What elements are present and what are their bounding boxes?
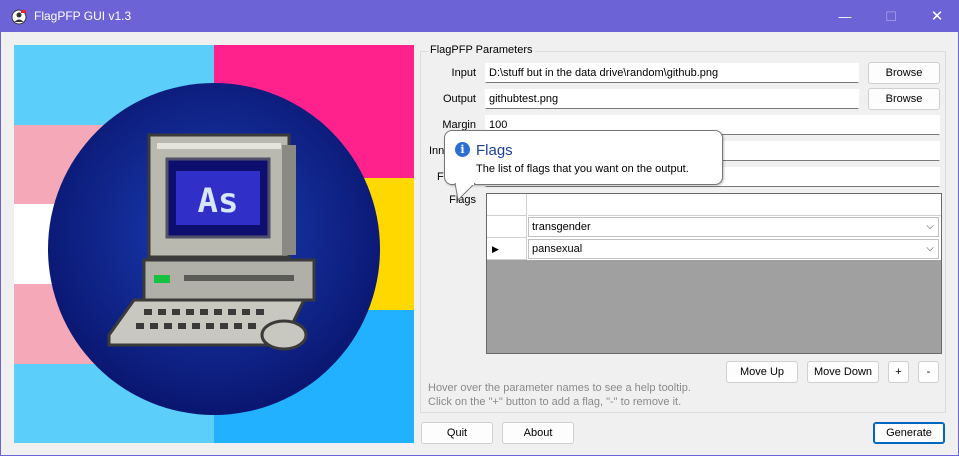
chevron-down-icon[interactable]: ⌵ [922, 218, 938, 236]
browse-input-button[interactable]: Browse [868, 62, 940, 84]
close-button[interactable]: ✕ [914, 1, 959, 32]
flags-tooltip: i Flags The list of flags that you want … [444, 130, 723, 185]
tooltip-title: Flags [476, 142, 513, 159]
flag-pfp-preview: As [14, 45, 414, 443]
inner-margin-label: Inn [429, 145, 445, 157]
chevron-down-icon[interactable]: ⌵ [922, 240, 938, 258]
add-flag-button[interactable]: + [888, 361, 909, 383]
flag-combobox[interactable]: transgender ⌵ [528, 217, 939, 237]
help-hint-line-2: Click on the "+" button to add a flag, "… [428, 396, 682, 408]
preview-image: As [14, 45, 414, 443]
browse-output-button[interactable]: Browse [868, 88, 940, 110]
screen-text: As [198, 181, 239, 221]
window-title: FlagPFP GUI v1.3 [34, 9, 132, 23]
row-header-current[interactable]: ▶ [487, 238, 527, 260]
flag-combobox[interactable]: pansexual ⌵ [528, 239, 939, 259]
maximize-button[interactable]: ☐ [868, 1, 914, 32]
move-down-button[interactable]: Move Down [807, 361, 879, 383]
generate-button[interactable]: Generate [873, 422, 945, 444]
help-hint-line-1: Hover over the parameter names to see a … [428, 382, 691, 394]
move-up-button[interactable]: Move Up [726, 361, 798, 383]
table-row[interactable]: ▶ pansexual ⌵ [487, 238, 941, 260]
grid-corner-header [487, 194, 527, 216]
flag-combobox-value: transgender [532, 221, 591, 233]
grid-header-row [487, 194, 941, 216]
output-path-field[interactable]: githubtest.png [485, 89, 859, 109]
app-icon [11, 9, 27, 25]
remove-flag-button[interactable]: - [918, 361, 939, 383]
grid-column-header[interactable] [528, 194, 941, 216]
minimize-button[interactable]: — [822, 1, 868, 32]
quit-button[interactable]: Quit [421, 422, 493, 444]
title-bar[interactable]: FlagPFP GUI v1.3 — ☐ ✕ [1, 1, 958, 32]
input-label: Input [451, 67, 476, 79]
tooltip-pointer [454, 183, 476, 201]
info-icon: i [455, 142, 470, 157]
flags-grid[interactable]: transgender ⌵ ▶ pansexual ⌵ [486, 193, 942, 354]
flag-combobox-value: pansexual [532, 243, 583, 255]
about-button[interactable]: About [502, 422, 574, 444]
parameters-group-title: FlagPFP Parameters [428, 44, 535, 56]
input-path-field[interactable]: D:\stuff but in the data drive\random\gi… [485, 63, 859, 83]
output-label: Output [442, 93, 476, 105]
tooltip-body: The list of flags that you want on the o… [476, 163, 689, 175]
table-row[interactable]: transgender ⌵ [487, 216, 941, 238]
row-header[interactable] [487, 216, 527, 238]
app-window: FlagPFP GUI v1.3 — ☐ ✕ As FlagPFP Parame… [0, 0, 959, 456]
